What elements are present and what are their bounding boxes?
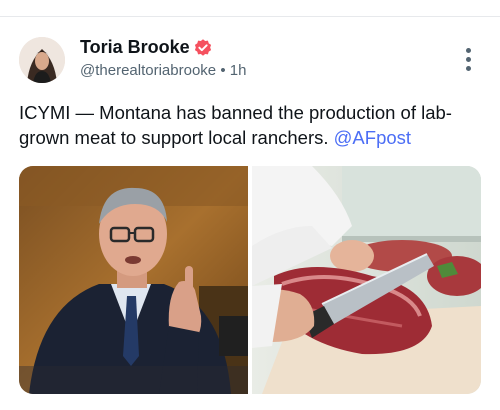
media-image-meat[interactable] [252, 166, 481, 394]
mention-link[interactable]: @AFpost [334, 127, 411, 148]
media-image-speaker[interactable] [19, 166, 248, 394]
handle-row: @therealtoriabrooke • 1h [80, 62, 246, 79]
author-handle[interactable]: @therealtoriabrooke [80, 62, 216, 79]
post-text: ICYMI — Montana has banned the productio… [19, 100, 487, 150]
author-name[interactable]: Toria Brooke [80, 37, 190, 58]
media-grid [19, 166, 481, 394]
post-time[interactable]: 1h [230, 62, 247, 79]
avatar[interactable] [19, 37, 65, 83]
separator-dot: • [220, 62, 226, 79]
verified-badge-icon [194, 39, 212, 56]
more-vertical-icon[interactable] [458, 48, 478, 74]
top-divider [0, 16, 500, 17]
